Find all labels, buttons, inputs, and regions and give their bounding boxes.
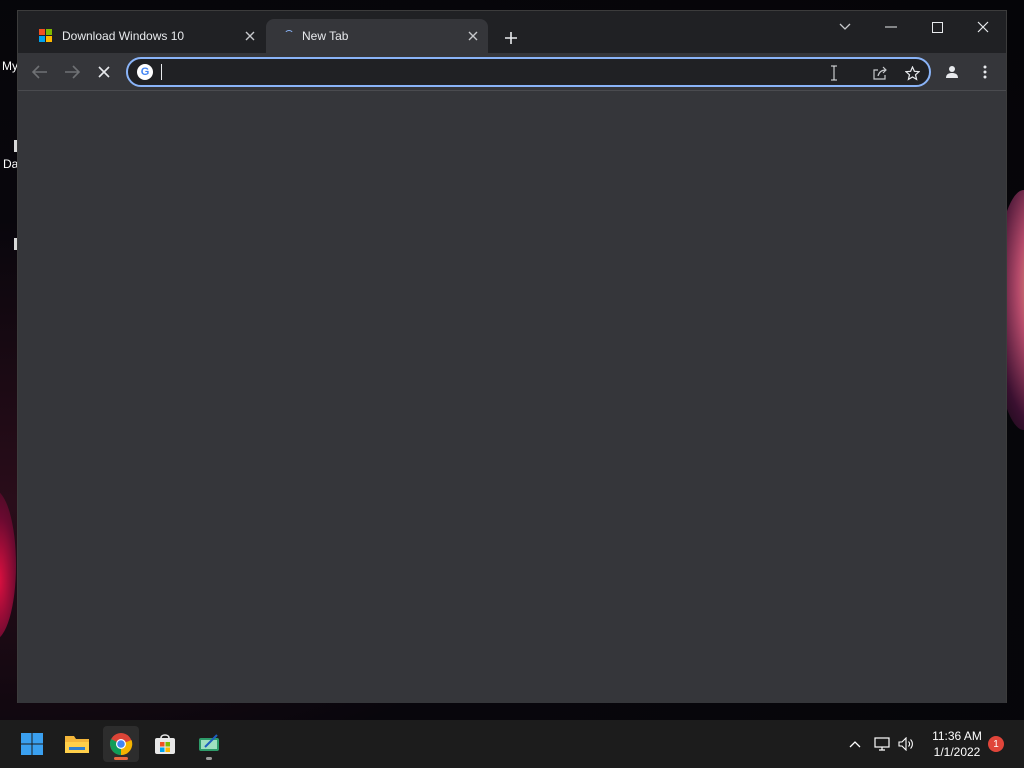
new-tab-button[interactable] (498, 25, 524, 51)
tab-search-button[interactable] (830, 15, 860, 39)
minimize-icon (885, 26, 897, 28)
maximize-button[interactable] (922, 15, 952, 39)
close-icon[interactable] (464, 27, 482, 45)
i-beam-cursor-icon (830, 65, 838, 84)
clock-time: 11:36 AM (932, 729, 982, 743)
browser-toolbar: G (18, 53, 1006, 91)
chrome-icon (109, 733, 133, 756)
bookmark-star-icon (904, 65, 920, 81)
kebab-menu-icon (983, 65, 987, 79)
volume-button[interactable] (896, 734, 916, 754)
back-button[interactable] (26, 58, 54, 86)
tab-title: New Tab (302, 29, 349, 43)
browser-window: Download Windows 10 New Tab G (17, 10, 1007, 703)
volume-icon (898, 737, 913, 751)
desktop-icon-label-1[interactable]: My (2, 59, 18, 73)
folder-icon (65, 736, 89, 753)
google-icon: G (137, 64, 153, 80)
notification-badge[interactable]: 1 (988, 736, 1004, 752)
share-button[interactable] (869, 62, 891, 84)
loading-spinner-icon (284, 30, 294, 40)
clock[interactable]: 11:36 AM 1/1/2022 (926, 728, 988, 760)
minimize-button[interactable] (876, 15, 906, 39)
share-icon (873, 66, 887, 80)
store-bag-icon (155, 734, 175, 754)
page-content (18, 91, 1006, 703)
text-caret (161, 64, 162, 80)
app-button[interactable] (191, 726, 227, 762)
tab-title: Download Windows 10 (62, 29, 185, 43)
taskbar: 11:36 AM 1/1/2022 (0, 720, 1024, 768)
plus-icon (505, 32, 517, 44)
profile-button[interactable] (938, 58, 966, 86)
forward-button[interactable] (58, 58, 86, 86)
stop-loading-button[interactable] (90, 58, 118, 86)
stop-loading-icon (98, 66, 110, 78)
running-app-indicator (206, 757, 212, 760)
maximize-icon (931, 21, 943, 33)
address-bar[interactable]: G (126, 57, 931, 87)
network-button[interactable] (872, 734, 892, 754)
profile-icon (946, 66, 958, 78)
chevron-up-icon (849, 741, 861, 748)
windows-start-icon (21, 733, 43, 755)
chevron-down-icon (839, 23, 851, 30)
close-icon[interactable] (241, 27, 259, 45)
browser-menu-button[interactable] (971, 58, 999, 86)
microsoft-logo-icon (39, 29, 53, 43)
close-window-button[interactable] (968, 15, 998, 39)
close-icon (977, 21, 989, 33)
chrome-button[interactable] (103, 726, 139, 762)
tab-download-windows-10[interactable]: Download Windows 10 (28, 19, 265, 53)
address-input[interactable] (160, 61, 810, 83)
wallpaper-glow-left (0, 490, 16, 640)
microsoft-store-button[interactable] (147, 726, 183, 762)
active-app-indicator (114, 757, 128, 760)
start-button[interactable] (14, 726, 50, 762)
forward-arrow-icon (65, 65, 80, 79)
tab-strip: Download Windows 10 New Tab (18, 11, 1006, 53)
file-explorer-button[interactable] (59, 726, 95, 762)
bookmark-button[interactable] (901, 62, 923, 84)
clock-date: 1/1/2022 (933, 745, 981, 759)
tab-new-tab[interactable]: New Tab (266, 19, 488, 53)
network-icon (874, 737, 890, 751)
back-arrow-icon (32, 65, 47, 79)
show-hidden-icons-button[interactable] (845, 734, 865, 754)
green-app-icon (199, 734, 219, 751)
